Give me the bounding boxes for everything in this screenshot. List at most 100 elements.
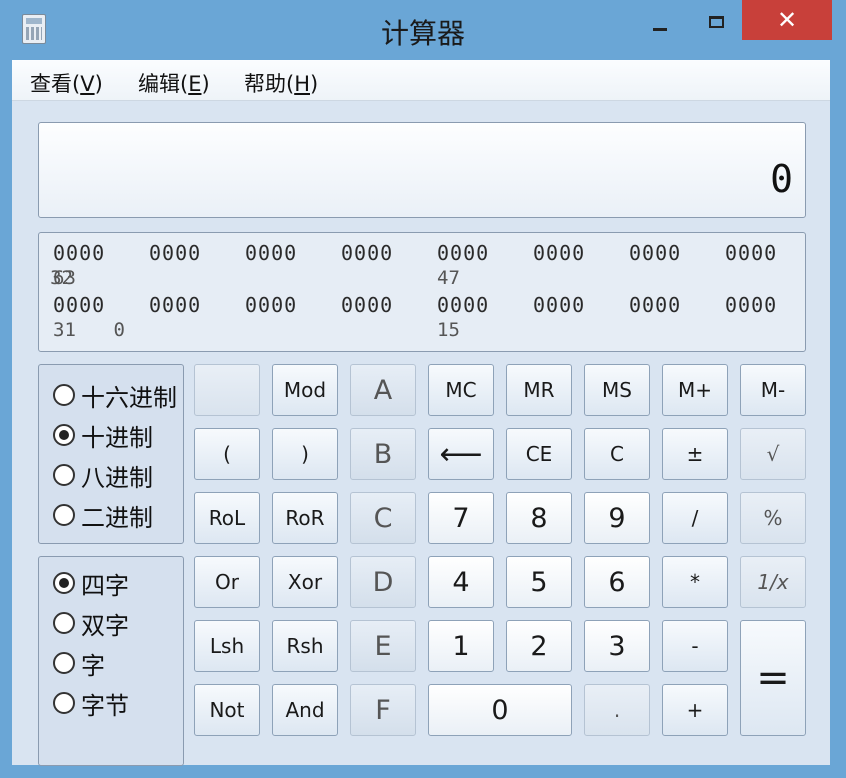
bit-index-label: 32 <box>50 267 73 289</box>
bit-group[interactable]: 0000 <box>53 241 105 265</box>
digit-8-button[interactable]: 8 <box>506 492 572 544</box>
equals-button[interactable]: = <box>740 620 806 736</box>
digit-1-button[interactable]: 1 <box>428 620 494 672</box>
square-root-button[interactable]: √ <box>740 428 806 480</box>
divide-button[interactable]: / <box>662 492 728 544</box>
title-bar[interactable]: 计算器 ✕ <box>0 0 846 60</box>
rotate-right-button[interactable]: RoR <box>272 492 338 544</box>
mod-button[interactable]: Mod <box>272 364 338 416</box>
bit-group[interactable]: 0000 <box>149 241 201 265</box>
word-size-group: 四字 双字字字节 <box>38 556 184 766</box>
reciprocal-button[interactable]: 1/x <box>740 556 806 608</box>
add-button[interactable]: + <box>662 684 728 736</box>
radio-label: 十进制 <box>81 423 153 452</box>
hex-a-button[interactable]: A <box>350 364 416 416</box>
radio-unselected-icon <box>53 652 75 674</box>
bit-index-label: 15 <box>437 319 460 341</box>
radio-dword[interactable]: 双字 <box>53 607 129 640</box>
bit-group[interactable]: 0000 <box>245 241 297 265</box>
left-shift-button[interactable]: Lsh <box>194 620 260 672</box>
radio-label: 字节 <box>81 691 129 720</box>
memory-store-button[interactable]: MS <box>584 364 650 416</box>
minimize-button[interactable] <box>640 2 680 42</box>
digit-7-button[interactable]: 7 <box>428 492 494 544</box>
close-icon: ✕ <box>776 6 798 34</box>
digit-6-button[interactable]: 6 <box>584 556 650 608</box>
hex-e-button[interactable]: E <box>350 620 416 672</box>
calculator-window: 计算器 ✕ 查看(V) 编辑(E) 帮助(H) 0 0000 0000 0000 00… <box>0 0 846 778</box>
radio-unselected-icon <box>53 692 75 714</box>
bit-group[interactable]: 0000 <box>629 293 681 317</box>
rotate-left-button[interactable]: RoL <box>194 492 260 544</box>
radio-label: 四字 <box>81 571 129 600</box>
multiply-button[interactable]: * <box>662 556 728 608</box>
hex-b-button[interactable]: B <box>350 428 416 480</box>
or-button[interactable]: Or <box>194 556 260 608</box>
bit-group[interactable]: 0000 <box>149 293 201 317</box>
menu-view[interactable]: 查看(V) <box>30 68 103 98</box>
clear-button[interactable]: C <box>584 428 650 480</box>
radio-label: 字 <box>81 651 105 680</box>
memory-recall-button[interactable]: MR <box>506 364 572 416</box>
close-button[interactable]: ✕ <box>742 0 832 40</box>
bit-group[interactable]: 0000 <box>533 293 585 317</box>
display-value: 0 <box>770 157 793 201</box>
digit-5-button[interactable]: 5 <box>506 556 572 608</box>
bit-group[interactable]: 0000 <box>341 241 393 265</box>
bit-group[interactable]: 0000 <box>437 241 489 265</box>
backspace-button[interactable]: ⟵ <box>428 428 494 480</box>
radio-binary[interactable]: 二进制 <box>53 499 153 532</box>
xor-button[interactable]: Xor <box>272 556 338 608</box>
hex-c-button[interactable]: C <box>350 492 416 544</box>
radio-word[interactable]: 字 <box>53 647 105 680</box>
bit-group[interactable]: 0000 <box>725 293 777 317</box>
bit-group[interactable]: 0000 <box>629 241 681 265</box>
digit-4-button[interactable]: 4 <box>428 556 494 608</box>
radio-unselected-icon <box>53 384 75 406</box>
radio-selected-icon <box>53 572 75 594</box>
result-display: 0 <box>38 122 806 218</box>
digit-3-button[interactable]: 3 <box>584 620 650 672</box>
radio-qword[interactable]: 四字 <box>53 567 129 600</box>
close-paren-button[interactable]: ) <box>272 428 338 480</box>
memory-add-button[interactable]: M+ <box>662 364 728 416</box>
radio-label: 十六进制 <box>81 383 177 412</box>
radio-decimal[interactable]: 十进制 <box>53 419 153 452</box>
digit-0-button[interactable]: 0 <box>428 684 572 736</box>
maximize-button[interactable] <box>696 2 736 42</box>
bit-group[interactable]: 0000 <box>245 293 297 317</box>
radio-label: 八进制 <box>81 463 153 492</box>
menu-edit[interactable]: 编辑(E) <box>138 68 210 98</box>
radio-label: 双字 <box>81 611 129 640</box>
open-paren-button[interactable]: ( <box>194 428 260 480</box>
memory-subtract-button[interactable]: M- <box>740 364 806 416</box>
radio-hex[interactable]: 十六进制 <box>53 379 177 412</box>
radio-byte[interactable]: 字节 <box>53 687 129 720</box>
bit-group[interactable]: 0000 <box>533 241 585 265</box>
number-base-group: 十六进制十进制八进制二进制 <box>38 364 184 544</box>
and-button[interactable]: And <box>272 684 338 736</box>
clear-entry-button[interactable]: CE <box>506 428 572 480</box>
digit-2-button[interactable]: 2 <box>506 620 572 672</box>
bit-group[interactable]: 0000 <box>725 241 777 265</box>
subtract-button[interactable]: - <box>662 620 728 672</box>
not-button[interactable]: Not <box>194 684 260 736</box>
bit-group[interactable]: 0000 <box>341 293 393 317</box>
bit-group[interactable]: 0000 <box>53 293 105 317</box>
blank-button[interactable] <box>194 364 260 416</box>
radio-label: 二进制 <box>81 503 153 532</box>
right-shift-button[interactable]: Rsh <box>272 620 338 672</box>
menu-bar: 查看(V) 编辑(E) 帮助(H) <box>12 60 830 101</box>
hex-d-button[interactable]: D <box>350 556 416 608</box>
radio-octal[interactable]: 八进制 <box>53 459 153 492</box>
decimal-button[interactable]: . <box>584 684 650 736</box>
radio-selected-icon <box>53 424 75 446</box>
hex-f-button[interactable]: F <box>350 684 416 736</box>
bit-group[interactable]: 0000 <box>437 293 489 317</box>
maximize-icon <box>708 16 724 28</box>
memory-clear-button[interactable]: MC <box>428 364 494 416</box>
menu-help[interactable]: 帮助(H) <box>244 68 318 98</box>
negate-button[interactable]: ± <box>662 428 728 480</box>
digit-9-button[interactable]: 9 <box>584 492 650 544</box>
percent-button[interactable]: % <box>740 492 806 544</box>
